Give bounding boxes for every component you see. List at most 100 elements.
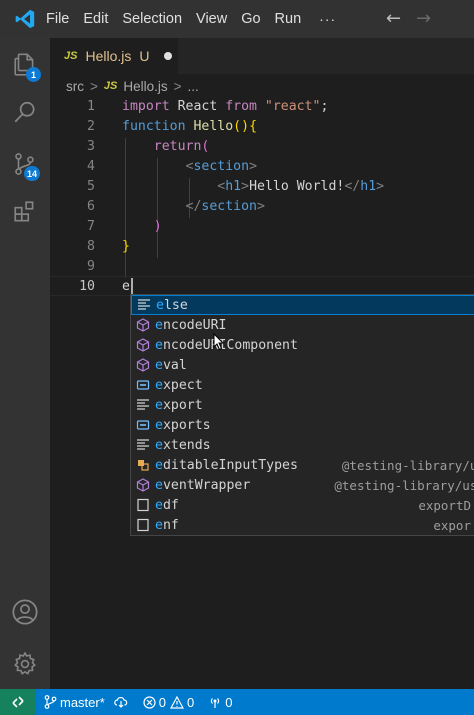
line-number: 1 (87, 98, 95, 114)
mouse-pointer-icon (213, 332, 225, 351)
broadcast-icon (211, 698, 220, 708)
problems-status[interactable]: 0 0 (143, 695, 194, 710)
tabs-bar: JS Hello.js U (50, 38, 474, 74)
code-token: { (249, 118, 258, 134)
source-control-icon[interactable]: 14 (0, 140, 50, 188)
suggestion-item[interactable]: eval (131, 355, 474, 375)
account-icon[interactable] (0, 588, 50, 636)
suggestion-label: enf (155, 517, 179, 533)
line-number: 8 (87, 238, 95, 254)
method-cube-icon (135, 317, 151, 333)
variable-icon (135, 417, 151, 433)
activity-bar: 1 14 (0, 38, 50, 689)
sync-icon[interactable] (113, 695, 129, 709)
breadcrumb-folder[interactable]: src (66, 79, 84, 94)
suggestion-label: export (155, 397, 203, 413)
suggestion-item[interactable]: extends (131, 435, 474, 455)
code-line-active: 10 e (50, 276, 474, 296)
code-line: 4 <section> (50, 156, 474, 176)
error-count: 0 (158, 694, 167, 710)
suggestion-label: eventWrapper (155, 477, 251, 493)
line-number: 10 (79, 278, 95, 294)
suggestion-label: extends (155, 437, 211, 453)
code-token: Hello (185, 118, 234, 134)
breadcrumb: src > JS Hello.js > ... (50, 74, 474, 98)
line-number: 7 (87, 218, 95, 234)
code-token: h1 (225, 178, 242, 194)
suggestion-detail: expor (433, 517, 471, 533)
js-file-icon: JS (64, 50, 78, 62)
arrow-left-icon[interactable]: ← (386, 8, 401, 29)
remote-icon[interactable] (0, 689, 36, 715)
arrow-right-icon[interactable]: → (416, 8, 431, 29)
suggestion-label: editableInputTypes (155, 457, 298, 473)
code-line: 9 (50, 256, 474, 276)
menu-selection[interactable]: Selection (122, 11, 182, 27)
code-token: function (122, 118, 186, 134)
ports-status[interactable]: 0 (208, 695, 233, 710)
suggestion-label: eval (155, 357, 187, 373)
suggestion-label: expect (155, 377, 203, 393)
suggestion-item[interactable]: else (131, 295, 474, 315)
suggestion-item[interactable]: expect (131, 375, 474, 395)
breadcrumb-separator-icon: > (90, 78, 98, 94)
code-token: from (225, 98, 257, 114)
code-token: > (376, 178, 385, 194)
settings-gear-icon[interactable] (0, 640, 50, 688)
search-icon[interactable] (0, 88, 50, 136)
method-cube-icon (135, 357, 151, 373)
method-cube-icon (135, 337, 151, 353)
breadcrumb-file[interactable]: Hello.js (123, 79, 167, 94)
menu-edit[interactable]: Edit (83, 11, 108, 27)
suggestion-detail: @testing-library/user-ev (334, 477, 474, 493)
menu-go[interactable]: Go (241, 11, 260, 27)
branch-status[interactable]: master* (44, 695, 105, 710)
field-icon (135, 457, 151, 473)
vscode-logo-icon (0, 0, 50, 38)
code-token: section (193, 158, 250, 174)
extensions-icon[interactable] (0, 188, 50, 236)
code-line: 8 } (50, 236, 474, 256)
menu-more[interactable]: ··· (319, 11, 336, 27)
snippet-icon (136, 297, 152, 313)
keyword-icon (135, 437, 151, 453)
suggestion-item[interactable]: exports (131, 415, 474, 435)
menu-view[interactable]: View (196, 11, 227, 27)
menu-run[interactable]: Run (275, 11, 302, 27)
code-line: 5 <h1>Hello World!</h1> (50, 176, 474, 196)
code-token: return (153, 138, 202, 154)
line-number: 4 (87, 158, 95, 174)
code-token: e (122, 279, 130, 294)
code-line: 1 import React from "react"; (50, 96, 474, 116)
suggestion-item[interactable]: encodeURIComponent (131, 335, 474, 355)
code-line: 2 function Hello(){ (50, 116, 474, 136)
code-token: ) (153, 218, 162, 234)
code-token: import (122, 98, 170, 114)
tab-hello-js[interactable]: JS Hello.js U (50, 38, 178, 74)
line-number: 2 (87, 118, 95, 134)
suggestion-item[interactable]: edf exportD (131, 495, 474, 515)
breadcrumb-symbol[interactable]: ... (188, 79, 199, 94)
suggestion-item[interactable]: export (131, 395, 474, 415)
code-line: 3 return( (50, 136, 474, 156)
text-icon (135, 497, 151, 513)
explorer-badge: 1 (26, 67, 41, 82)
suggestion-item[interactable]: eventWrapper @testing-library/user-ev (131, 475, 474, 495)
code-line: 6 </section> (50, 196, 474, 216)
method-cube-icon (135, 477, 151, 493)
tab-untracked-status: U (139, 48, 150, 64)
code-line: 7 ) (50, 216, 474, 236)
suggestion-item[interactable]: encodeURI (131, 315, 474, 335)
suggestion-item[interactable]: enf expor (131, 515, 474, 535)
scm-badge: 14 (24, 166, 41, 181)
suggestion-item[interactable]: editableInputTypes @testing-library/user… (131, 455, 474, 475)
variable-icon (135, 377, 151, 393)
explorer-icon[interactable]: 1 (0, 40, 50, 88)
suggestion-label: encodeURI (155, 317, 227, 333)
unsaved-dot-icon[interactable] (163, 52, 172, 60)
status-bar: master* 0 0 0 (0, 689, 474, 715)
code-token: section (201, 198, 257, 214)
warning-icon (170, 695, 185, 709)
menu-file[interactable]: File (46, 11, 69, 27)
text-cursor (130, 278, 133, 294)
